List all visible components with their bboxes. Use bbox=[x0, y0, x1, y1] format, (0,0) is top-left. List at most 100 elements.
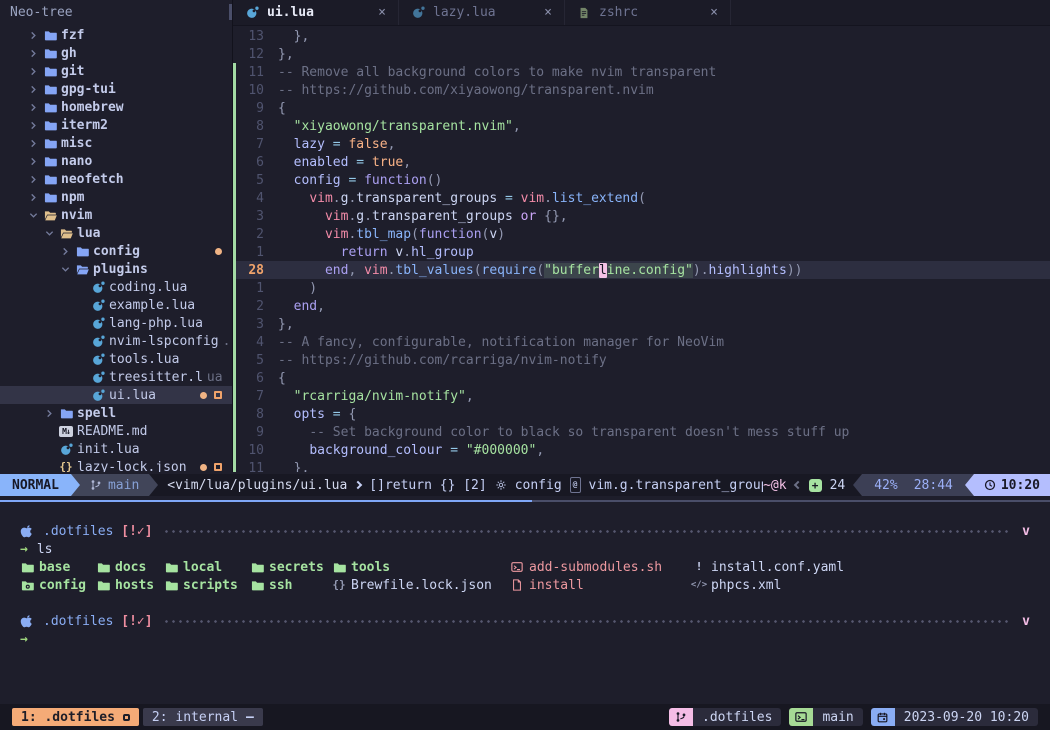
code-token: ( bbox=[411, 227, 419, 242]
code-token bbox=[536, 209, 544, 224]
chevron-right-icon[interactable] bbox=[28, 121, 39, 130]
line-number: 9 bbox=[236, 425, 264, 440]
folder-closed-icon bbox=[43, 100, 57, 114]
chevron-right-icon[interactable] bbox=[28, 157, 39, 166]
code-line[interactable]: 6 enabled = true, bbox=[233, 153, 1050, 171]
code-line[interactable]: 4 vim.g.transparent_groups = vim.list_ex… bbox=[233, 189, 1050, 207]
close-icon[interactable]: × bbox=[710, 5, 718, 20]
neotree-scrollbar[interactable] bbox=[229, 4, 232, 20]
chevron-right-icon[interactable] bbox=[44, 409, 55, 418]
code-line[interactable]: 10 background_colour = "#000000", bbox=[233, 441, 1050, 459]
tree-item-neofetch[interactable]: neofetch bbox=[0, 170, 232, 188]
code-line[interactable]: 9 -- Set background color to black so tr… bbox=[233, 423, 1050, 441]
tree-item-lazy-lock-json[interactable]: {}lazy-lock.json bbox=[0, 458, 232, 472]
code-line[interactable]: 28 end, vim.tbl_values(require("bufferli… bbox=[233, 261, 1050, 279]
code-token: "buffer bbox=[544, 263, 599, 278]
code-line[interactable]: 5-- https://github.com/rcarriga/nvim-not… bbox=[233, 351, 1050, 369]
tree-item-nano[interactable]: nano bbox=[0, 152, 232, 170]
chevron-down-icon[interactable] bbox=[60, 265, 71, 274]
tree-item-fzf[interactable]: fzf bbox=[0, 26, 232, 44]
code-line[interactable]: 6{ bbox=[233, 369, 1050, 387]
code-area[interactable]: 13 },12},11-- Remove all background colo… bbox=[233, 26, 1050, 472]
code-line[interactable]: 11-- Remove all background colors to mak… bbox=[233, 63, 1050, 81]
tree-item-nvim-lspconfig[interactable]: nvim-lspconfig. bbox=[0, 332, 232, 350]
code-line[interactable]: 1 return v.hl_group bbox=[233, 243, 1050, 261]
tree-item-tools-lua[interactable]: tools.lua bbox=[0, 350, 232, 368]
git-branch-segment[interactable]: main bbox=[80, 474, 149, 496]
tree-item-coding-lua[interactable]: coding.lua bbox=[0, 278, 232, 296]
tree-item-homebrew[interactable]: homebrew bbox=[0, 98, 232, 116]
tree-item-git[interactable]: git bbox=[0, 62, 232, 80]
code-line[interactable]: 2 vim.tbl_map(function(v) bbox=[233, 225, 1050, 243]
code-line[interactable]: 7 "rcarriga/nvim-notify", bbox=[233, 387, 1050, 405]
chevron-right-icon[interactable] bbox=[60, 247, 71, 256]
ls-entry-local: local bbox=[164, 560, 250, 575]
folder-closed-icon bbox=[75, 244, 89, 258]
tree-item-lua[interactable]: lua bbox=[0, 224, 232, 242]
code-token: ( bbox=[638, 191, 646, 206]
statusline-breadcrumb: <vim/lua/plugins/ui.lua []return {} [2] … bbox=[158, 474, 763, 496]
code-token: ) bbox=[497, 227, 505, 242]
code-line[interactable]: 1 ) bbox=[233, 279, 1050, 297]
line-number: 2 bbox=[236, 299, 264, 314]
tmux-window-2[interactable]: 2: internal– bbox=[143, 708, 263, 726]
code-token: "rcarriga/nvim-notify" bbox=[294, 389, 466, 404]
code-line[interactable]: 2 end, bbox=[233, 297, 1050, 315]
code-line[interactable]: 7 lazy = false, bbox=[233, 135, 1050, 153]
tmux-window-1[interactable]: 1: .dotfiles bbox=[12, 708, 139, 726]
tree-item-label: treesitter.l bbox=[109, 370, 203, 385]
tree-item-ui-lua[interactable]: ui.lua bbox=[0, 386, 232, 404]
tree-item-plugins[interactable]: plugins bbox=[0, 260, 232, 278]
chevron-right-icon[interactable] bbox=[28, 103, 39, 112]
tree-item-iterm2[interactable]: iterm2 bbox=[0, 116, 232, 134]
tab-zshrc[interactable]: zshrc× bbox=[565, 0, 731, 25]
chevron-right-icon[interactable] bbox=[28, 193, 39, 202]
tree-item-label: gh bbox=[61, 46, 77, 61]
breadcrumb-context: []return {} [2] bbox=[369, 478, 486, 493]
tree-item-lang-php-lua[interactable]: lang-php.lua bbox=[0, 314, 232, 332]
chevron-right-icon[interactable] bbox=[28, 67, 39, 76]
code-line[interactable]: 5 config = function() bbox=[233, 171, 1050, 189]
tree-item-config[interactable]: config bbox=[0, 242, 232, 260]
code-line[interactable]: 9{ bbox=[233, 99, 1050, 117]
prompt-arrow-icon: → bbox=[20, 542, 28, 557]
prompt-directory: .dotfiles bbox=[43, 614, 113, 629]
tree-item-example-lua[interactable]: example.lua bbox=[0, 296, 232, 314]
ls-entry-install: install bbox=[510, 578, 692, 593]
code-line[interactable]: 10-- https://github.com/xiyaowong/transp… bbox=[233, 81, 1050, 99]
tree-item-nvim[interactable]: nvim bbox=[0, 206, 232, 224]
code-line[interactable]: 3 vim.g.transparent_groups or {}, bbox=[233, 207, 1050, 225]
close-icon[interactable]: × bbox=[378, 5, 386, 20]
code-token bbox=[278, 389, 294, 404]
chevron-right-icon[interactable] bbox=[28, 31, 39, 40]
statusline: NORMAL main <vim/lua/plugins/ui.lua []re… bbox=[0, 474, 1050, 496]
code-line[interactable]: 12}, bbox=[233, 45, 1050, 63]
code-line[interactable]: 3}, bbox=[233, 315, 1050, 333]
tree-item-npm[interactable]: npm bbox=[0, 188, 232, 206]
code-line[interactable]: 11 }, bbox=[233, 459, 1050, 472]
chevron-right-icon[interactable] bbox=[28, 139, 39, 148]
tree-item-spell[interactable]: spell bbox=[0, 404, 232, 422]
tree-item-init-lua[interactable]: init.lua bbox=[0, 440, 232, 458]
close-icon[interactable]: × bbox=[544, 5, 552, 20]
code-line[interactable]: 8 opts = { bbox=[233, 405, 1050, 423]
chevron-right-icon[interactable] bbox=[28, 175, 39, 184]
prompt-directory: .dotfiles bbox=[43, 524, 113, 539]
chevron-down-icon[interactable] bbox=[28, 211, 39, 220]
chevron-down-icon[interactable] bbox=[44, 229, 55, 238]
chevron-right-icon[interactable] bbox=[28, 49, 39, 58]
tree-item-treesitter-l[interactable]: treesitter.lua bbox=[0, 368, 232, 386]
code-line[interactable]: 4-- A fancy, configurable, notification … bbox=[233, 333, 1050, 351]
shell-input-line[interactable]: → bbox=[0, 630, 1050, 648]
tab-lazy-lua[interactable]: lazy.lua× bbox=[399, 0, 565, 25]
line-number: 8 bbox=[236, 407, 264, 422]
tree-item-gh[interactable]: gh bbox=[0, 44, 232, 62]
code-line[interactable]: 8 "xiyaowong/transparent.nvim", bbox=[233, 117, 1050, 135]
code-token bbox=[278, 191, 309, 206]
tree-item-gpg-tui[interactable]: gpg-tui bbox=[0, 80, 232, 98]
tab-ui-lua[interactable]: ui.lua× bbox=[233, 0, 399, 25]
tree-item-readme-md[interactable]: M↓README.md bbox=[0, 422, 232, 440]
code-line[interactable]: 13 }, bbox=[233, 27, 1050, 45]
tree-item-misc[interactable]: misc bbox=[0, 134, 232, 152]
chevron-right-icon[interactable] bbox=[28, 85, 39, 94]
